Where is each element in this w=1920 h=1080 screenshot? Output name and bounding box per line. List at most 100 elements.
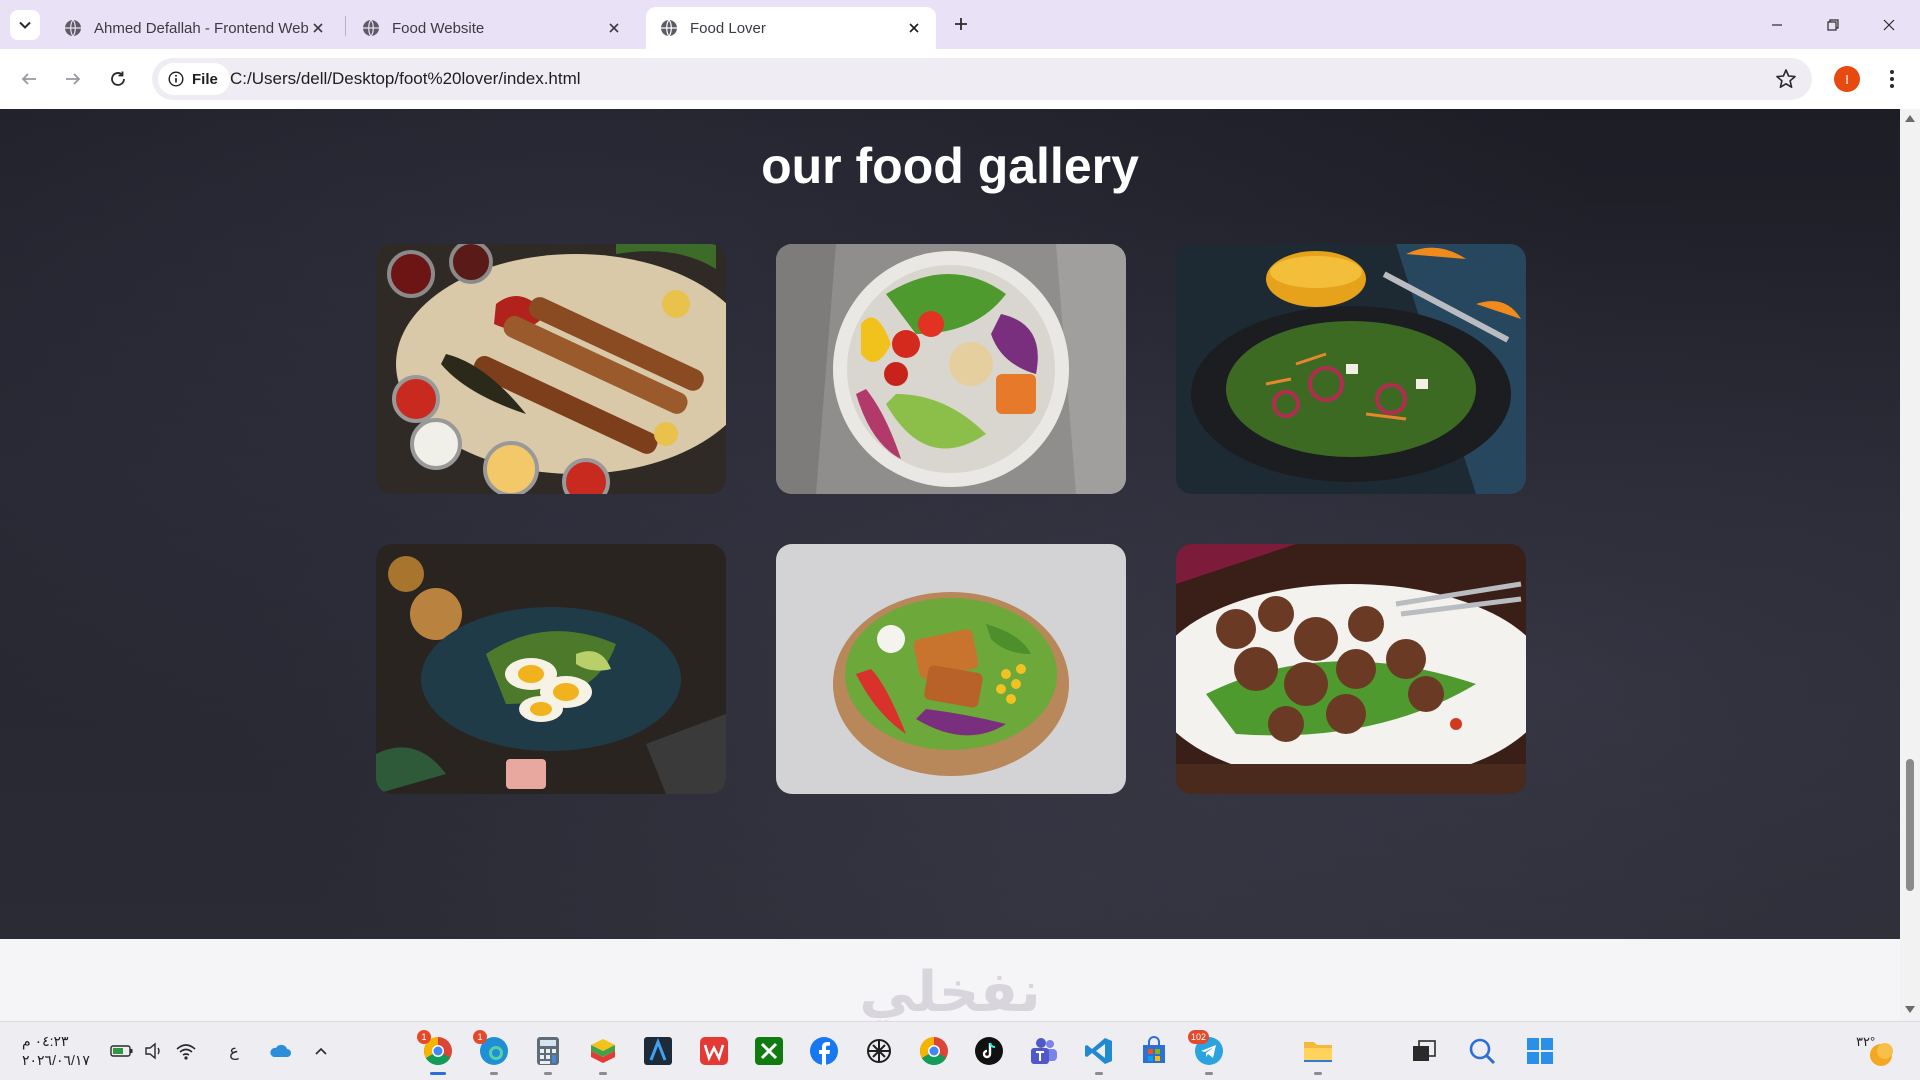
clock-date: ٢٠٢٦/٠٦/١٧ [22,1052,90,1068]
gallery-image-meatballs [1176,544,1526,794]
volume-icon[interactable] [142,1039,166,1063]
input-language-indicator[interactable]: ع [222,1039,246,1063]
clock-time: ٠٤:٢٣ م [22,1033,69,1049]
tab-ahmed-defallah[interactable]: Ahmed Defallah - Frontend Web [50,7,340,49]
forward-button[interactable] [56,62,90,96]
scroll-down-arrow-icon[interactable] [1904,1005,1916,1015]
running-indicator [1314,1072,1322,1075]
close-icon[interactable] [308,18,328,38]
bookmark-star-icon[interactable] [1774,67,1798,91]
start-button-windows-icon[interactable] [1522,1033,1558,1069]
running-indicator [430,1072,446,1075]
close-icon[interactable] [904,18,924,38]
reload-icon [111,71,125,86]
file-explorer-taskbar-icon[interactable] [1300,1033,1336,1075]
teams-taskbar-icon[interactable] [1026,1033,1062,1069]
chrome-taskbar-icon[interactable]: 1 [417,1030,456,1075]
globe-icon [661,19,677,37]
tab-separator [345,16,346,36]
food-photo [776,244,1126,494]
notification-badge: 1 [473,1030,487,1044]
plus-icon [955,18,967,30]
notification-badge: 102 [1188,1030,1210,1044]
profile-avatar[interactable]: I [1834,66,1860,92]
globe-icon [363,19,379,37]
google-chrome-2-taskbar-icon[interactable] [916,1033,952,1069]
tab-title: Food Lover [690,19,766,37]
xbox-taskbar-icon[interactable] [751,1033,787,1069]
food-photo [376,544,726,794]
search-taskbar-icon[interactable] [1464,1033,1500,1069]
microsoft-store-taskbar-icon[interactable] [1136,1033,1172,1069]
close-icon [1883,19,1895,31]
tab-strip: Ahmed Defallah - Frontend Web Food Websi… [0,0,1920,49]
globe-icon [65,19,81,37]
vscode-taskbar-icon[interactable] [1081,1033,1117,1075]
edge-taskbar-icon[interactable]: 1 [473,1030,512,1075]
facebook-taskbar-icon[interactable] [806,1033,842,1069]
food-photo [776,544,1126,794]
tab-food-lover[interactable]: Food Lover [646,7,936,49]
watermark-logo: نفخلي [859,960,1041,1021]
food-photo [1176,244,1526,494]
windows-taskbar: ٠٤:٢٣ م ٢٠٢٦/٠٦/١٧ ع 1 1 102 ٣٢° [0,1021,1920,1080]
new-tab-button[interactable] [948,11,974,37]
running-indicator [490,1072,498,1075]
food-photo [376,244,726,494]
bluestacks-taskbar-icon[interactable] [585,1033,621,1075]
gallery-image-green-salad [1176,244,1526,494]
tiktok-taskbar-icon[interactable] [971,1033,1007,1069]
notification-badge: 1 [417,1030,431,1044]
task-view-taskbar-icon[interactable] [1406,1033,1442,1069]
telegram-taskbar-icon[interactable]: 102 [1188,1030,1227,1075]
sun-icon [1870,1043,1893,1066]
wifi-icon[interactable] [174,1039,198,1063]
minimize-button[interactable] [1762,10,1792,40]
gallery-grid [376,244,1526,794]
gallery-image-vegetable-bowl [776,244,1126,494]
android-studio-taskbar-icon[interactable] [640,1033,676,1069]
food-photo [1176,544,1526,794]
url-text[interactable]: C:/Users/dell/Desktop/foot%20lover/index… [230,69,581,89]
chatgpt-taskbar-icon[interactable] [861,1033,897,1069]
page-scrollbar[interactable] [1900,109,1920,1021]
close-window-button[interactable] [1874,10,1904,40]
onedrive-icon[interactable] [268,1039,292,1063]
tab-title: Ahmed Defallah - Frontend Web [94,19,308,37]
browser-menu-button[interactable] [1880,66,1904,92]
gallery-title: our food gallery [761,138,1139,194]
scroll-up-arrow-icon[interactable] [1904,113,1916,123]
back-button[interactable] [12,62,46,96]
arrow-right-icon [66,73,81,85]
running-indicator [1095,1072,1103,1075]
arrow-left-icon [21,73,36,85]
food-gallery-section: our food gallery [0,109,1900,939]
restore-button[interactable] [1818,10,1848,40]
weather-widget[interactable]: ٣٢° [1854,1034,1900,1070]
restore-icon [1827,19,1839,31]
tab-food-website[interactable]: Food Website [348,7,636,49]
scroll-thumb[interactable] [1906,759,1914,891]
address-bar[interactable]: File C:/Users/dell/Desktop/foot%20lover/… [152,58,1812,100]
site-info-chip[interactable]: File [158,63,230,95]
battery-icon[interactable] [110,1039,134,1063]
tab-search-button[interactable] [10,10,40,40]
gallery-image-kebab-platter [376,244,726,494]
close-icon[interactable] [604,18,624,38]
running-indicator [599,1072,607,1075]
gallery-image-egg-avocado [376,544,726,794]
chevron-down-icon [19,21,31,29]
minimize-icon [1772,24,1782,26]
running-indicator [544,1072,552,1075]
running-indicator [1205,1072,1213,1075]
gallery-image-chicken-bowl [776,544,1126,794]
calculator-taskbar-icon[interactable] [530,1033,566,1075]
page-viewport: our food gallery نفخلي [0,109,1900,1021]
site-chip-label: File [192,70,218,88]
browser-toolbar: File C:/Users/dell/Desktop/foot%20lover/… [0,49,1920,109]
reload-button[interactable] [101,62,135,96]
system-clock[interactable]: ٠٤:٢٣ م ٢٠٢٦/٠٦/١٧ [22,1032,90,1070]
chevron-up-icon[interactable] [309,1039,333,1063]
wps-office-taskbar-icon[interactable] [696,1033,732,1069]
tab-title: Food Website [392,19,485,37]
